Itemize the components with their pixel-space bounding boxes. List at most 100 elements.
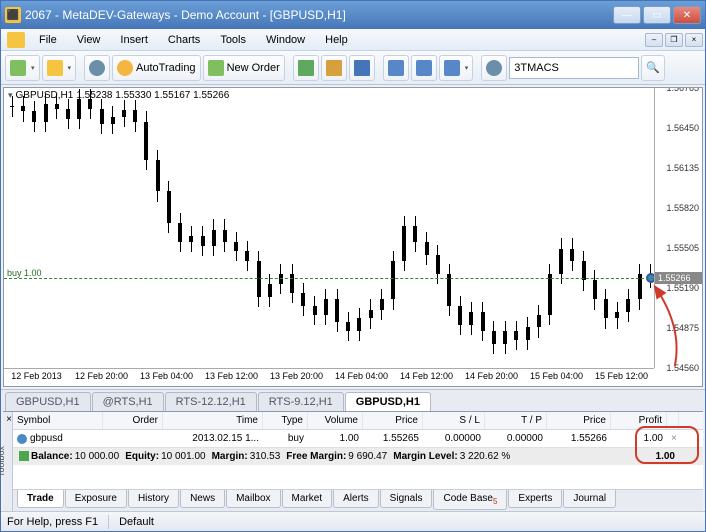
column-header[interactable]: T / P xyxy=(485,412,547,429)
column-header[interactable]: Volume xyxy=(308,412,363,429)
y-tick: 1.56135 xyxy=(666,163,699,173)
new-chart-button[interactable] xyxy=(5,55,40,81)
column-header[interactable]: Order xyxy=(103,412,163,429)
search-settings-button[interactable] xyxy=(481,55,507,81)
toolbox-tab-news[interactable]: News xyxy=(180,490,225,508)
timeframe-button[interactable] xyxy=(439,55,474,81)
account-summary: Balance:10 000.00 Equity:10 001.00 Margi… xyxy=(13,447,703,465)
x-tick: 12 Feb 2013 xyxy=(4,369,69,386)
search-gear-icon xyxy=(486,60,502,76)
y-tick: 1.55820 xyxy=(666,203,699,213)
y-tick: 1.55190 xyxy=(666,283,699,293)
zoom-in-button[interactable] xyxy=(383,55,409,81)
toolbox-tab-trade[interactable]: Trade xyxy=(17,490,64,508)
table-row[interactable]: gbpusd 2013.02.15 1... buy 1.00 1.55265 … xyxy=(13,430,703,447)
balance-value: 10 000.00 xyxy=(75,451,120,462)
menu-window[interactable]: Window xyxy=(256,31,315,49)
menu-tools[interactable]: Tools xyxy=(210,31,256,49)
close-button[interactable]: ✕ xyxy=(673,6,701,24)
search-button[interactable]: 🔍 xyxy=(641,55,665,81)
menu-view[interactable]: View xyxy=(67,31,111,49)
status-help: For Help, press F1 xyxy=(7,516,98,528)
close-position-button[interactable]: × xyxy=(667,430,679,447)
y-tick: 1.56450 xyxy=(666,123,699,133)
chart-tab[interactable]: RTS-12.12,H1 xyxy=(165,392,257,411)
options-button[interactable] xyxy=(84,55,110,81)
column-header[interactable]: Time xyxy=(163,412,263,429)
app-icon: ⬛ xyxy=(5,7,21,23)
chart-tab[interactable]: RTS-9.12,H1 xyxy=(258,392,344,411)
x-tick: 13 Feb 20:00 xyxy=(264,369,329,386)
chart-canvas[interactable] xyxy=(4,88,654,368)
chart-tab[interactable]: GBPUSD,H1 xyxy=(345,392,431,411)
menu-insert[interactable]: Insert xyxy=(110,31,158,49)
symbol-icon xyxy=(17,434,27,444)
x-tick: 14 Feb 20:00 xyxy=(459,369,524,386)
new-order-button[interactable]: New Order xyxy=(203,55,285,81)
y-tick: 1.56765 xyxy=(666,87,699,93)
minimize-button[interactable]: — xyxy=(613,6,641,24)
charttype-line-button[interactable] xyxy=(349,55,375,81)
time-axis: 12 Feb 201312 Feb 20:0013 Feb 04:0013 Fe… xyxy=(4,368,654,386)
summary-profit: 1.00 xyxy=(656,451,697,462)
y-tick: 1.54560 xyxy=(666,363,699,373)
menu-file[interactable]: File xyxy=(29,31,67,49)
zoom-out-button[interactable] xyxy=(411,55,437,81)
timeframe-icon xyxy=(444,60,460,76)
menu-help[interactable]: Help xyxy=(315,31,358,49)
toolbox-tab-history[interactable]: History xyxy=(128,490,179,508)
margin-value: 310.53 xyxy=(250,451,281,462)
margin-level-label: Margin Level: xyxy=(393,451,457,462)
toolbox-tab-journal[interactable]: Journal xyxy=(563,490,616,508)
menubar: FileViewInsertChartsToolsWindowHelp – ❐ … xyxy=(1,29,705,51)
cell-price-now: 1.55266 xyxy=(547,430,611,447)
free-margin-label: Free Margin: xyxy=(286,451,346,462)
column-header[interactable]: Price xyxy=(547,412,611,429)
autotrading-label: AutoTrading xyxy=(136,62,196,74)
column-header[interactable]: Profit xyxy=(611,412,667,429)
toolbox-tab-signals[interactable]: Signals xyxy=(380,490,433,508)
search-input[interactable] xyxy=(509,57,639,79)
toolbox-tab-alerts[interactable]: Alerts xyxy=(333,490,379,508)
column-header[interactable]: Symbol xyxy=(13,412,103,429)
cell-order xyxy=(103,430,163,447)
autotrading-icon xyxy=(117,60,133,76)
y-tick: 1.55505 xyxy=(666,243,699,253)
toolbox-tabs: TradeExposureHistoryNewsMailboxMarketAle… xyxy=(13,489,703,511)
toolbox-close-button[interactable]: × xyxy=(6,414,12,425)
charttype-bar-button[interactable] xyxy=(293,55,319,81)
price-axis: 1.56765 1.56450 1.56135 1.55820 1.55505 1.551… xyxy=(654,88,702,368)
margin-label: Margin: xyxy=(212,451,248,462)
maximize-button[interactable]: ▭ xyxy=(643,6,671,24)
child-restore-button[interactable]: ❐ xyxy=(665,33,683,47)
new-chart-icon xyxy=(10,60,26,76)
x-tick: 14 Feb 12:00 xyxy=(394,369,459,386)
balance-icon xyxy=(19,451,29,461)
toolbox-sidebar: × Toolbox xyxy=(3,412,13,511)
child-close-button[interactable]: × xyxy=(685,33,703,47)
trade-line xyxy=(4,278,654,279)
cell-price-open: 1.55265 xyxy=(363,430,423,447)
chart-tab[interactable]: GBPUSD,H1 xyxy=(5,392,91,411)
column-header[interactable]: Price xyxy=(363,412,423,429)
toolbox-tab-code-base[interactable]: Code Base5 xyxy=(433,490,507,510)
chart-tab[interactable]: @RTS,H1 xyxy=(92,392,164,411)
toolbox-tab-exposure[interactable]: Exposure xyxy=(65,490,127,508)
menu-charts[interactable]: Charts xyxy=(158,31,210,49)
column-header[interactable]: S / L xyxy=(423,412,485,429)
toolbox-tab-market[interactable]: Market xyxy=(282,490,333,508)
cell-profit: 1.00 xyxy=(611,430,667,447)
toolbox-tab-mailbox[interactable]: Mailbox xyxy=(226,490,280,508)
autotrading-button[interactable]: AutoTrading xyxy=(112,55,201,81)
charttype-candle-button[interactable] xyxy=(321,55,347,81)
chart-area[interactable]: ▾ GBPUSD,H1 1.55238 1.55330 1.55167 1.55… xyxy=(3,87,703,387)
column-header[interactable]: Type xyxy=(263,412,308,429)
cell-tp: 0.00000 xyxy=(485,430,547,447)
child-minimize-button[interactable]: – xyxy=(645,33,663,47)
toolbar: AutoTrading New Order 🔍 xyxy=(1,51,705,85)
cell-symbol: gbpusd xyxy=(30,433,63,444)
plus-icon xyxy=(208,60,224,76)
window-title: 2067 - MetaDEV-Gateways - Demo Account -… xyxy=(25,8,613,22)
toolbox-tab-experts[interactable]: Experts xyxy=(508,490,562,508)
profiles-button[interactable] xyxy=(42,55,77,81)
